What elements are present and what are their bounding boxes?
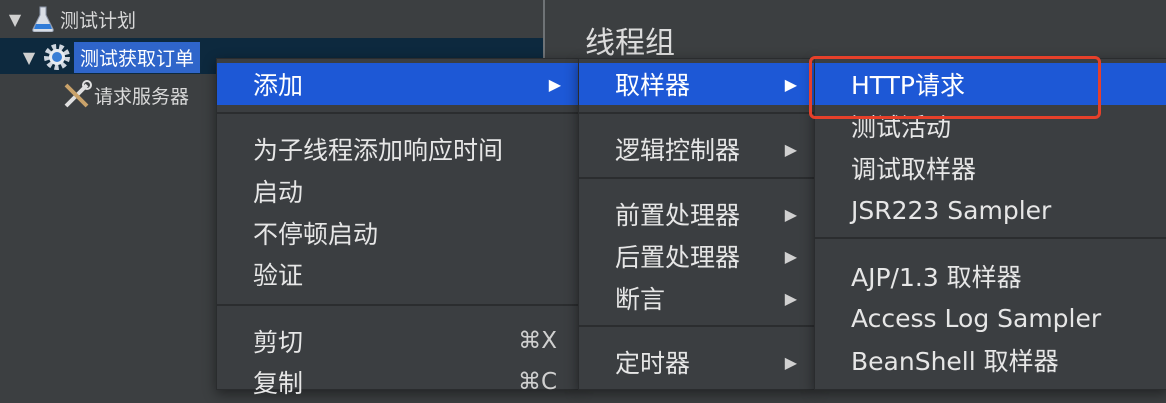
- menu-item-add-response-time[interactable]: 为子线程添加响应时间: [217, 128, 579, 170]
- add-submenu: 取样器 ▶ 逻辑控制器 ▶ 前置处理器 ▶ 后置处理器 ▶ 断言 ▶ 定时器 ▶: [578, 58, 816, 390]
- menu-item-assertion[interactable]: 断言 ▶: [579, 277, 815, 319]
- tree-item-label: 测试获取订单: [74, 41, 201, 73]
- tree-item-thread-group[interactable]: ▼ 测试获取订单: [18, 40, 201, 74]
- tree-item-label: 请求服务器: [94, 85, 190, 108]
- submenu-arrow-icon: ▶: [784, 139, 797, 159]
- submenu-arrow-icon: ▶: [784, 246, 797, 266]
- menu-item-label: 断言: [615, 285, 666, 314]
- menu-item-label: 剪切: [253, 328, 304, 357]
- menu-item-label: BeanShell 取样器: [851, 347, 1059, 376]
- submenu-arrow-icon: ▶: [784, 74, 797, 94]
- menu-item-label: 不停顿启动: [253, 220, 379, 249]
- menu-separator: [815, 237, 1166, 239]
- tree-item-test-plan[interactable]: ▼ 测试计划: [4, 2, 136, 36]
- context-menu: 添加 ▶ 为子线程添加响应时间 启动 不停顿启动 验证 剪切 ⌘X 复制 ⌘C: [216, 58, 580, 398]
- submenu-arrow-icon: ▶: [784, 288, 797, 308]
- collapse-arrow-icon[interactable]: ▼: [4, 10, 26, 29]
- menu-item-label: 验证: [253, 261, 304, 290]
- tree-item-label: 测试计划: [60, 9, 137, 32]
- shortcut-label: ⌘X: [518, 328, 557, 354]
- menu-separator: [579, 177, 815, 179]
- menu-item-label: Access Log Sampler: [851, 303, 1102, 333]
- menu-item-pre-processor[interactable]: 前置处理器 ▶: [579, 193, 815, 235]
- menu-item-label: 调试取样器: [851, 155, 977, 184]
- menu-item-label: 取样器: [615, 71, 691, 100]
- menu-item-label: AJP/1.3 取样器: [851, 263, 1022, 292]
- menu-item-sampler[interactable]: 取样器 ▶: [579, 63, 815, 105]
- shortcut-label: ⌘C: [517, 369, 557, 395]
- tree-item-http-defaults[interactable]: 请求服务器: [60, 78, 189, 112]
- menu-item-label: 前置处理器: [615, 201, 741, 230]
- submenu-arrow-icon: ▶: [784, 204, 797, 224]
- menu-item-label: 后置处理器: [615, 243, 741, 272]
- collapse-arrow-icon[interactable]: ▼: [18, 48, 40, 67]
- menu-item-label: 复制: [253, 369, 304, 398]
- menu-item-label: 为子线程添加响应时间: [253, 136, 504, 165]
- menu-item-add[interactable]: 添加 ▶: [217, 63, 579, 105]
- menu-item-logic-controller[interactable]: 逻辑控制器 ▶: [579, 128, 815, 170]
- menu-item-post-processor[interactable]: 后置处理器 ▶: [579, 235, 815, 277]
- menu-item-beanshell-sampler[interactable]: BeanShell 取样器: [815, 339, 1166, 381]
- gear-icon: [40, 41, 74, 73]
- menu-item-ajp-sampler[interactable]: AJP/1.3 取样器: [815, 255, 1166, 297]
- menu-separator: [217, 304, 579, 306]
- menu-item-copy[interactable]: 复制 ⌘C: [217, 361, 579, 403]
- menu-item-access-log-sampler[interactable]: Access Log Sampler: [815, 297, 1166, 339]
- menu-separator: [217, 112, 579, 114]
- menu-item-label: 逻辑控制器: [615, 136, 741, 165]
- flask-icon: [26, 3, 60, 35]
- panel-title: 线程组: [585, 26, 675, 61]
- menu-item-start-no-pause[interactable]: 不停顿启动: [217, 212, 579, 254]
- wrench-icon: [60, 79, 94, 111]
- menu-item-start[interactable]: 启动: [217, 170, 579, 212]
- menu-item-cut[interactable]: 剪切 ⌘X: [217, 320, 579, 362]
- menu-item-debug-sampler[interactable]: 调试取样器: [815, 147, 1166, 189]
- menu-separator: [579, 325, 815, 327]
- menu-item-validate[interactable]: 验证: [217, 253, 579, 295]
- menu-item-label: 添加: [253, 71, 304, 100]
- annotation-highlight-box: [809, 56, 1101, 119]
- menu-item-jsr223-sampler[interactable]: JSR223 Sampler: [815, 189, 1166, 231]
- submenu-arrow-icon: ▶: [784, 352, 797, 372]
- menu-item-label: JSR223 Sampler: [851, 195, 1052, 225]
- menu-item-timer[interactable]: 定时器 ▶: [579, 341, 815, 383]
- menu-item-label: 定时器: [615, 349, 691, 378]
- submenu-arrow-icon: ▶: [548, 74, 561, 94]
- menu-separator: [579, 112, 815, 114]
- menu-item-label: 启动: [253, 178, 304, 207]
